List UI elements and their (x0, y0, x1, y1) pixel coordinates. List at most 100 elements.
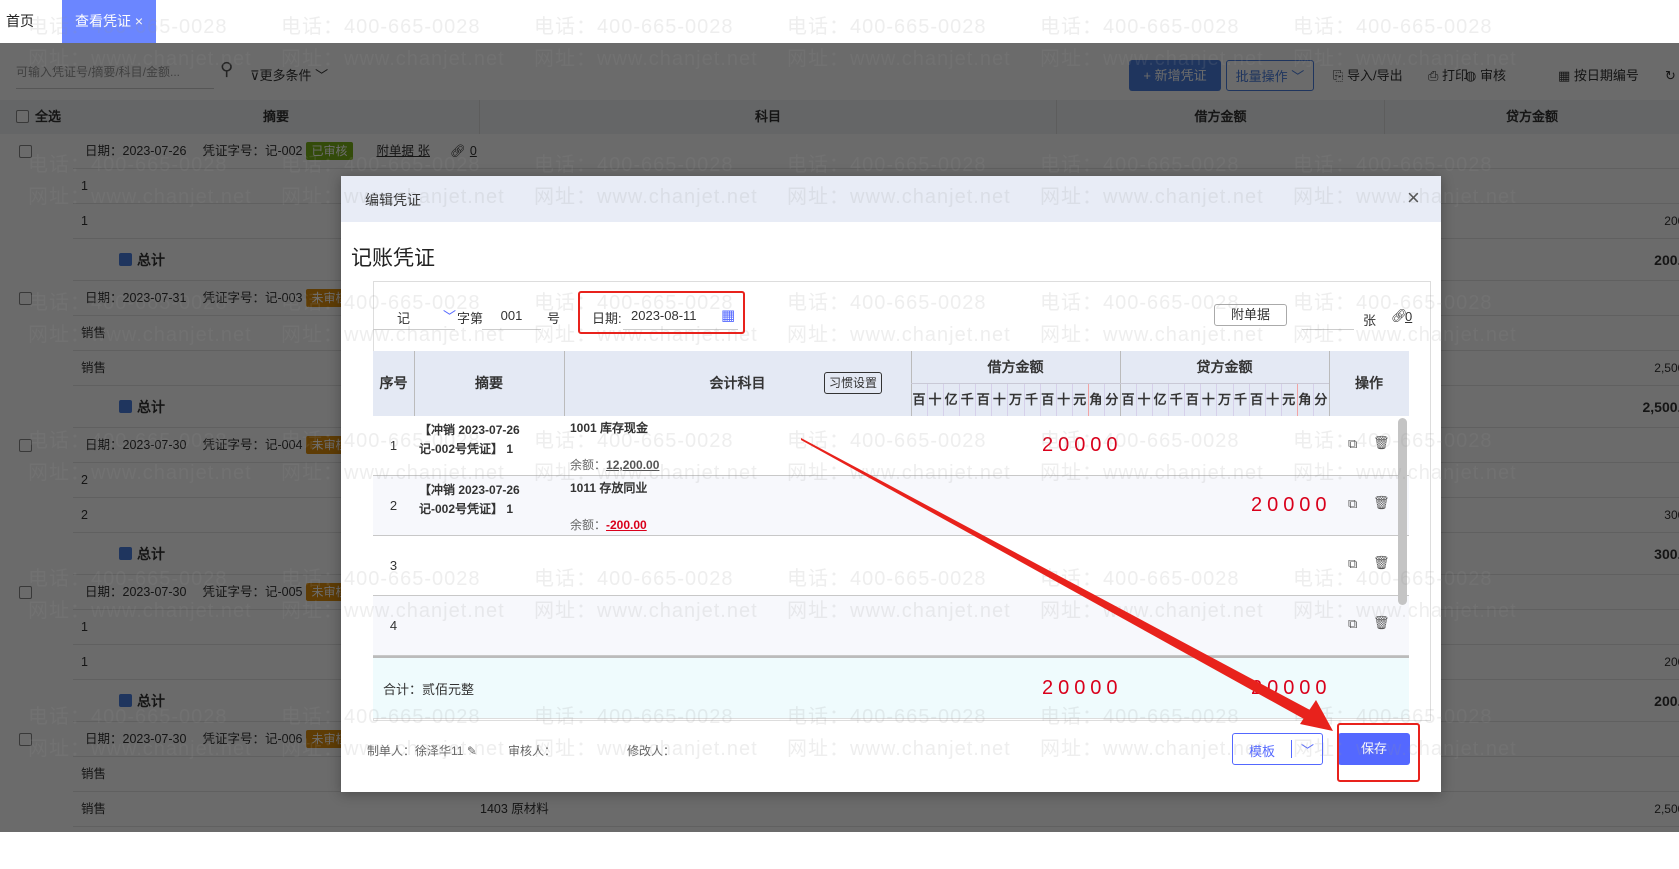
tab-home[interactable]: 首页 (6, 0, 34, 43)
more-filters-label: 更多条件 (260, 68, 312, 83)
attachment-count-input[interactable] (1302, 308, 1354, 330)
select-all[interactable]: 全选 (0, 100, 73, 134)
digit-label: 千 (1233, 389, 1249, 408)
voucher-checkbox[interactable] (19, 145, 32, 158)
row-seq: 1 (373, 416, 414, 476)
voucher-checkbox[interactable] (19, 586, 32, 599)
batch-operations-button[interactable]: 批量操作 ﹀ (1226, 60, 1314, 91)
habit-settings-button[interactable]: 习惯设置 (824, 372, 882, 394)
refresh-icon[interactable]: ↻ (1665, 60, 1676, 91)
credit-digit: 0 (1265, 494, 1281, 517)
entry-row[interactable]: 2【冲销 2023-07-26 记-002号凭证】 11011 存放同业余额：-… (373, 476, 1409, 536)
row-account[interactable]: 1011 存放同业 (570, 479, 647, 496)
dialog-header: 编辑凭证 × (341, 176, 1441, 222)
row-summary[interactable]: 【冲销 2023-07-26 记-002号凭证】 1 (419, 481, 559, 519)
voucher-line: 销售1403 原材料2,500.00 (73, 792, 1679, 827)
total-label: 总计 (137, 680, 165, 722)
copy-row-icon[interactable]: ⧉ (1348, 616, 1357, 632)
save-button[interactable]: 保存 (1338, 733, 1410, 765)
digit-label: 十 (1136, 389, 1152, 408)
more-filters-button[interactable]: ⊽更多条件 ﹀ (250, 65, 328, 84)
tab-view-voucher[interactable]: 查看凭证 × (62, 0, 156, 43)
number-by-date-button[interactable]: ▦ 按日期编号 (1558, 60, 1639, 91)
close-icon[interactable]: × (1407, 185, 1420, 211)
voucher-checkbox[interactable] (19, 439, 32, 452)
voucher-checkbox[interactable] (19, 292, 32, 305)
balance-label: 余额： (570, 518, 606, 532)
digit-label: 元 (1072, 389, 1088, 408)
total-row: 合计：贰佰元整2000020000 (373, 656, 1409, 719)
link-count[interactable]: 0 (470, 144, 477, 158)
line-credit: 200.00 (1664, 645, 1679, 679)
date-label: 日期：2023-07-30 (85, 585, 186, 599)
row-summary[interactable]: 【冲销 2023-07-26 记-002号凭证】 1 (419, 421, 559, 459)
audit-icon: ◍ (1465, 68, 1476, 83)
audit-button[interactable]: ◍ 审核 (1465, 60, 1506, 91)
row-balance: 余额：-200.00 (570, 516, 647, 533)
line-credit: 2,500.00 (1654, 351, 1679, 385)
delete-row-icon[interactable]: 🗑︎ (1373, 495, 1390, 511)
attachments-link[interactable]: 附单据 张 (377, 144, 430, 158)
voucher-checkbox[interactable] (19, 733, 32, 746)
delete-row-icon[interactable]: 🗑︎ (1373, 615, 1390, 631)
date-label: 日期：2023-07-26 (85, 144, 186, 158)
copy-row-icon[interactable]: ⧉ (1348, 436, 1357, 452)
copy-row-icon[interactable]: ⧉ (1348, 556, 1357, 572)
link-count[interactable]: 0 (1405, 309, 1412, 324)
maker-label: 制单人：徐泽华11 ✎ (367, 742, 477, 759)
print-button[interactable]: ⎙ 打印 (1428, 60, 1468, 91)
dialog-title: 编辑凭证 (365, 190, 421, 210)
line-summary: 销售 (81, 326, 106, 340)
calendar-icon[interactable]: ▦ (721, 306, 735, 324)
voucher-type-select[interactable]: 记 ﹀ (373, 308, 455, 330)
table-scrollbar[interactable] (1398, 418, 1407, 605)
col-debit: 借方金额 (911, 351, 1120, 383)
new-voucher-button[interactable]: + 新增凭证 (1129, 60, 1221, 91)
col-summary: 摘要 (414, 351, 564, 416)
hao-label: 号 (547, 308, 560, 327)
import-export-button[interactable]: ⎘ 导入/导出 (1333, 60, 1403, 91)
search-icon[interactable]: ⚲ (220, 59, 233, 80)
total-credit: 2,500.00 (1643, 386, 1679, 428)
delete-row-icon[interactable]: 🗑︎ (1373, 435, 1390, 451)
debit-digit: 0 (1056, 434, 1072, 457)
date-label: 日期：2023-07-31 (85, 291, 186, 305)
auditor-label: 审核人： (508, 742, 556, 759)
calendar-icon: ▦ (1558, 68, 1570, 83)
voucher-no: 凭证字号：记-006 (202, 732, 302, 746)
link-icon[interactable]: 🔗︎ (450, 144, 466, 158)
entry-row[interactable]: 3⧉🗑︎ (373, 536, 1409, 596)
batch-label: 批量操作 (1236, 69, 1288, 84)
import-export-label: 导入/导出 (1347, 68, 1403, 83)
voucher-number-input[interactable]: 001 (482, 308, 541, 330)
edit-icon[interactable]: ✎ (467, 744, 477, 758)
line-credit: 200.00 (1664, 204, 1679, 238)
credit-digit: 0 (1297, 494, 1313, 517)
delete-row-icon[interactable]: 🗑︎ (1373, 555, 1390, 571)
digit-label: 十 (1200, 389, 1216, 408)
col-seq: 序号 (373, 351, 414, 416)
total-credit: 200.00 (1654, 680, 1679, 722)
entry-row[interactable]: 1【冲销 2023-07-26 记-002号凭证】 11001 库存现金余额：1… (373, 416, 1409, 476)
line-summary: 销售 (81, 361, 106, 375)
header-debit: 借方金额 (1057, 100, 1385, 134)
attach-documents-button[interactable]: 附单据 (1214, 304, 1287, 326)
voucher-no: 凭证字号：记-005 (202, 585, 302, 599)
tab-close-icon[interactable]: × (135, 13, 143, 29)
header-divider (911, 383, 1329, 384)
line-summary: 1 (81, 214, 88, 228)
template-button[interactable]: 模板 ﹀ (1232, 733, 1323, 765)
template-dropdown-icon[interactable]: ﹀ (1291, 740, 1323, 758)
date-label: 日期: (592, 308, 622, 327)
digit-label: 亿 (1152, 389, 1168, 408)
search-input[interactable]: 可输入凭证号/摘要/科目/金额... (16, 57, 214, 89)
line-credit: 300.00 (1664, 498, 1679, 532)
digit-label: 角 (1297, 389, 1313, 408)
voucher-no: 凭证字号：记-004 (202, 438, 302, 452)
voucher-heading: 记账凭证 (351, 242, 435, 272)
row-account[interactable]: 1001 库存现金 (570, 419, 648, 436)
copy-row-icon[interactable]: ⧉ (1348, 496, 1357, 512)
select-all-checkbox[interactable] (16, 110, 29, 123)
entry-row[interactable]: 4⧉🗑︎ (373, 596, 1409, 656)
date-input[interactable]: 2023-08-11 ▦ (623, 306, 738, 330)
